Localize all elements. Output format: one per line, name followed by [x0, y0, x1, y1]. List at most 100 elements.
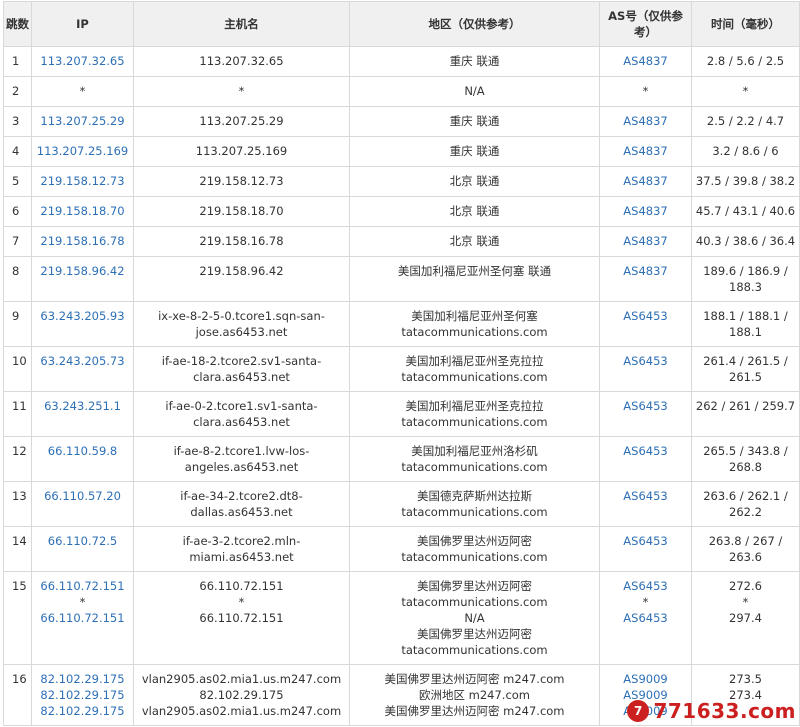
host-value: 113.207.32.65: [199, 54, 284, 68]
ip-value-link[interactable]: 66.110.72.151: [34, 610, 131, 626]
table-row: 11 63.243.251.1 if-ae-0-2.tcore1.sv1-santa…: [3, 391, 800, 437]
hop-cell: 15: [3, 571, 32, 665]
ip-value-link[interactable]: 63.243.251.1: [34, 398, 131, 414]
time-value: 297.4: [729, 611, 762, 625]
ip-value-link[interactable]: 66.110.57.20: [34, 488, 131, 504]
region-value: 北京 联通: [449, 234, 500, 248]
region-value: tatacommunications.com: [401, 325, 548, 339]
time-cell: 188.1 / 188.1 / 188.1: [691, 301, 800, 347]
ip-value-link[interactable]: 219.158.96.42: [34, 263, 131, 279]
ip-cell: 219.158.16.78: [31, 226, 134, 257]
hop-cell: 13: [3, 481, 32, 527]
asn-value-link[interactable]: AS4837: [602, 203, 689, 219]
asn-value-link[interactable]: AS4837: [602, 113, 689, 129]
asn-value-link[interactable]: AS6453: [602, 488, 689, 504]
ip-value-link[interactable]: 63.243.205.93: [34, 308, 131, 324]
ip-value-link[interactable]: 219.158.12.73: [34, 173, 131, 189]
table-row: 3 113.207.25.29 113.207.25.29 重庆 联通 AS4837 2.…: [3, 106, 800, 137]
region-value: 北京 联通: [449, 204, 500, 218]
ip-cell: 113.207.32.65: [31, 46, 134, 77]
asn-cell: AS4837: [599, 256, 692, 302]
ip-cell: 66.110.57.20: [31, 481, 134, 527]
region-value: 欧洲地区 m247.com: [418, 688, 531, 702]
asn-cell: AS6453: [599, 436, 692, 482]
region-cell: 美国加利福尼亚州圣何塞 tatacommunications.com: [349, 301, 600, 347]
host-value: *: [238, 84, 245, 98]
time-value: 189.6 / 186.9 / 188.3: [703, 264, 788, 294]
time-cell: 263.8 / 267 / 263.6: [691, 526, 800, 572]
hostname-cell: 219.158.96.42: [133, 256, 350, 302]
table-row: 13 66.110.57.20 if-ae-34-2.tcore2.dt8-dall…: [3, 481, 800, 527]
ip-value-link[interactable]: 66.110.72.151: [34, 578, 131, 594]
region-value: 美国佛罗里达州迈阿密 m247.com: [384, 704, 565, 718]
region-cell: 重庆 联通: [349, 136, 600, 167]
region-cell: 重庆 联通: [349, 106, 600, 137]
asn-value-link[interactable]: AS4837: [602, 233, 689, 249]
ip-cell: 63.243.205.93: [31, 301, 134, 347]
time-value: 263.6 / 262.1 / 262.2: [703, 489, 788, 519]
host-value: 219.158.16.78: [199, 234, 284, 248]
time-value: 2.5 / 2.2 / 4.7: [706, 114, 785, 128]
asn-value-link[interactable]: AS4837: [602, 53, 689, 69]
region-cell: 美国佛罗里达州迈阿密 tatacommunications.com N/A 美国佛罗里…: [349, 571, 600, 665]
time-cell: 272.6 * 297.4: [691, 571, 800, 665]
asn-value: *: [642, 595, 649, 609]
hostname-cell: if-ae-18-2.tcore2.sv1-santa-clara.as6453…: [133, 346, 350, 392]
ip-value-link[interactable]: 82.102.29.175: [34, 703, 131, 719]
hostname-cell: if-ae-34-2.tcore2.dt8-dallas.as6453.net: [133, 481, 350, 527]
host-value: 113.207.25.29: [199, 114, 284, 128]
hop-cell: 5: [3, 166, 32, 197]
ip-value-link[interactable]: 113.207.25.29: [34, 113, 131, 129]
region-value: 美国佛罗里达州迈阿密 m247.com: [384, 672, 565, 686]
ip-cell: 63.243.205.73: [31, 346, 134, 392]
table-row: 12 66.110.59.8 if-ae-8-2.tcore1.lvw-los-an…: [3, 436, 800, 482]
asn-value-link[interactable]: AS4837: [602, 263, 689, 279]
ip-value-link[interactable]: 63.243.205.73: [34, 353, 131, 369]
hostname-cell: 219.158.12.73: [133, 166, 350, 197]
time-value: 2.8 / 5.6 / 2.5: [706, 54, 785, 68]
ip-cell: 219.158.96.42: [31, 256, 134, 302]
host-value: ix-xe-8-2-5-0.tcore1.sqn-san-jose.as6453…: [158, 309, 325, 339]
hostname-cell: if-ae-3-2.tcore2.mln-miami.as6453.net: [133, 526, 350, 572]
table-row: 1 113.207.32.65 113.207.32.65 重庆 联通 AS4837 2.…: [3, 46, 800, 77]
header-hop: 跳数: [3, 1, 32, 47]
time-value: 37.5 / 39.8 / 38.2: [695, 174, 796, 188]
host-value: 219.158.18.70: [199, 204, 284, 218]
ip-value-link[interactable]: 219.158.18.70: [34, 203, 131, 219]
ip-value-link[interactable]: 82.102.29.175: [34, 671, 131, 687]
table-row: 5 219.158.12.73 219.158.12.73 北京 联通 AS4837 37…: [3, 166, 800, 197]
asn-value-link[interactable]: AS6453: [602, 443, 689, 459]
header-ip: IP: [31, 1, 134, 47]
ip-value-link[interactable]: 113.207.25.169: [34, 143, 131, 159]
ip-value-link[interactable]: 66.110.72.5: [34, 533, 131, 549]
asn-cell: AS6453 * AS6453: [599, 571, 692, 665]
watermark-text: 771633.com: [653, 699, 796, 723]
region-value: 美国德克萨斯州达拉斯: [417, 489, 532, 503]
asn-value-link[interactable]: AS4837: [602, 143, 689, 159]
table-row: 4 113.207.25.169 113.207.25.169 重庆 联通 AS4837…: [3, 136, 800, 167]
asn-value-link[interactable]: AS6453: [602, 398, 689, 414]
asn-value-link[interactable]: AS6453: [602, 353, 689, 369]
asn-value-link[interactable]: AS6453: [602, 308, 689, 324]
time-cell: 37.5 / 39.8 / 38.2: [691, 166, 800, 197]
asn-value-link[interactable]: AS9009: [602, 671, 689, 687]
asn-cell: AS4837: [599, 196, 692, 227]
asn-value-link[interactable]: AS6453: [602, 533, 689, 549]
asn-value-link[interactable]: AS6453: [602, 578, 689, 594]
hostname-cell: 219.158.18.70: [133, 196, 350, 227]
asn-value-link[interactable]: AS6453: [602, 610, 689, 626]
asn-value-link[interactable]: AS4837: [602, 173, 689, 189]
ip-value-link[interactable]: 82.102.29.175: [34, 687, 131, 703]
region-cell: 重庆 联通: [349, 46, 600, 77]
hostname-cell: *: [133, 76, 350, 107]
region-value: 北京 联通: [449, 174, 500, 188]
region-value: 美国佛罗里达州迈阿密: [417, 579, 532, 593]
ip-value-link[interactable]: 66.110.59.8: [34, 443, 131, 459]
time-value: 45.7 / 43.1 / 40.6: [695, 204, 796, 218]
host-value: if-ae-0-2.tcore1.sv1-santa-clara.as6453.…: [165, 399, 318, 429]
hostname-cell: 113.207.25.29: [133, 106, 350, 137]
ip-value-link[interactable]: 113.207.32.65: [34, 53, 131, 69]
ip-value-link[interactable]: 219.158.16.78: [34, 233, 131, 249]
watermark: 7 771633.com: [627, 699, 796, 723]
hop-cell: 7: [3, 226, 32, 257]
